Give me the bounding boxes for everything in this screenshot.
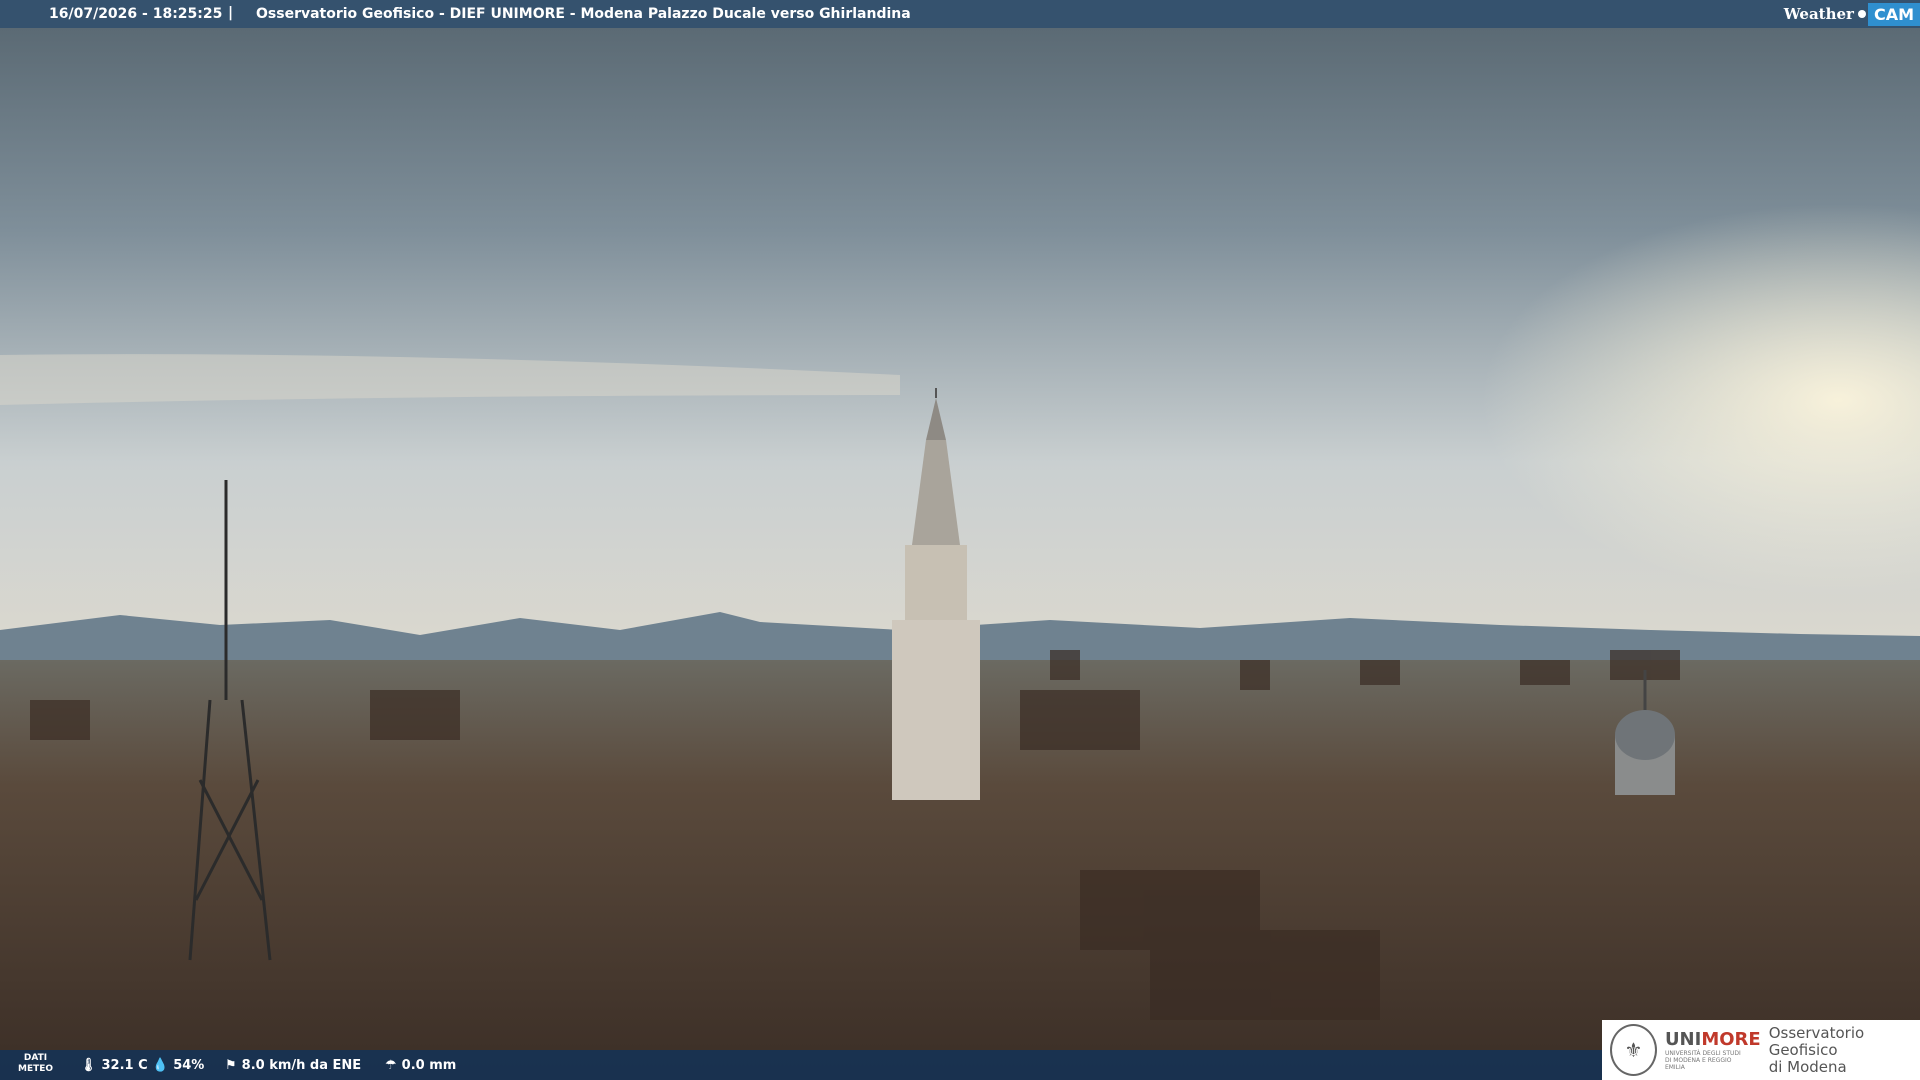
observatory-name: Osservatorio Geofisico di Modena: [1768, 1023, 1865, 1076]
droplet-icon: 💧: [152, 1058, 169, 1073]
thermometer-icon: 🌡: [80, 1058, 97, 1073]
rain-reading: ☂ 0.0 mm: [385, 1058, 457, 1073]
brand-weather: Weather: [1783, 5, 1854, 23]
university-seal-icon: ⚜: [1610, 1024, 1657, 1076]
brand-dot-icon: [1857, 10, 1866, 18]
unimore-logo: ⚜ UNIMORE UNIVERSITÀ DEGLI STUDI DI MODE…: [1602, 1020, 1920, 1080]
unimore-wordmark: UNIMORE UNIVERSITÀ DEGLI STUDI DI MODENA…: [1664, 1029, 1761, 1071]
weathercam-logo: Weather CAM: [1784, 0, 1920, 28]
wind-reading: ⚑ 8.0 km/h da ENE: [225, 1058, 362, 1073]
webcam-image: [0, 0, 1920, 1080]
brand-cam: CAM: [1867, 2, 1920, 26]
dati-meteo-label: DATI METEO: [18, 1053, 54, 1074]
separator: |: [228, 5, 234, 21]
temperature-reading: 🌡 32.1 C: [80, 1058, 148, 1073]
top-info-bar: 16/07/2026 - 18:25:25 | Osservatorio Geo…: [0, 0, 1920, 28]
camera-title: Osservatorio Geofisico - DIEF UNIMORE - …: [256, 6, 911, 22]
sun-glow: [900, 120, 1920, 680]
humidity-reading: 💧 54%: [152, 1058, 205, 1073]
rain-gauge-icon: ☂: [385, 1058, 397, 1073]
wind-icon: ⚑: [225, 1058, 237, 1073]
timestamp: 16/07/2026 - 18:25:25: [49, 6, 223, 22]
